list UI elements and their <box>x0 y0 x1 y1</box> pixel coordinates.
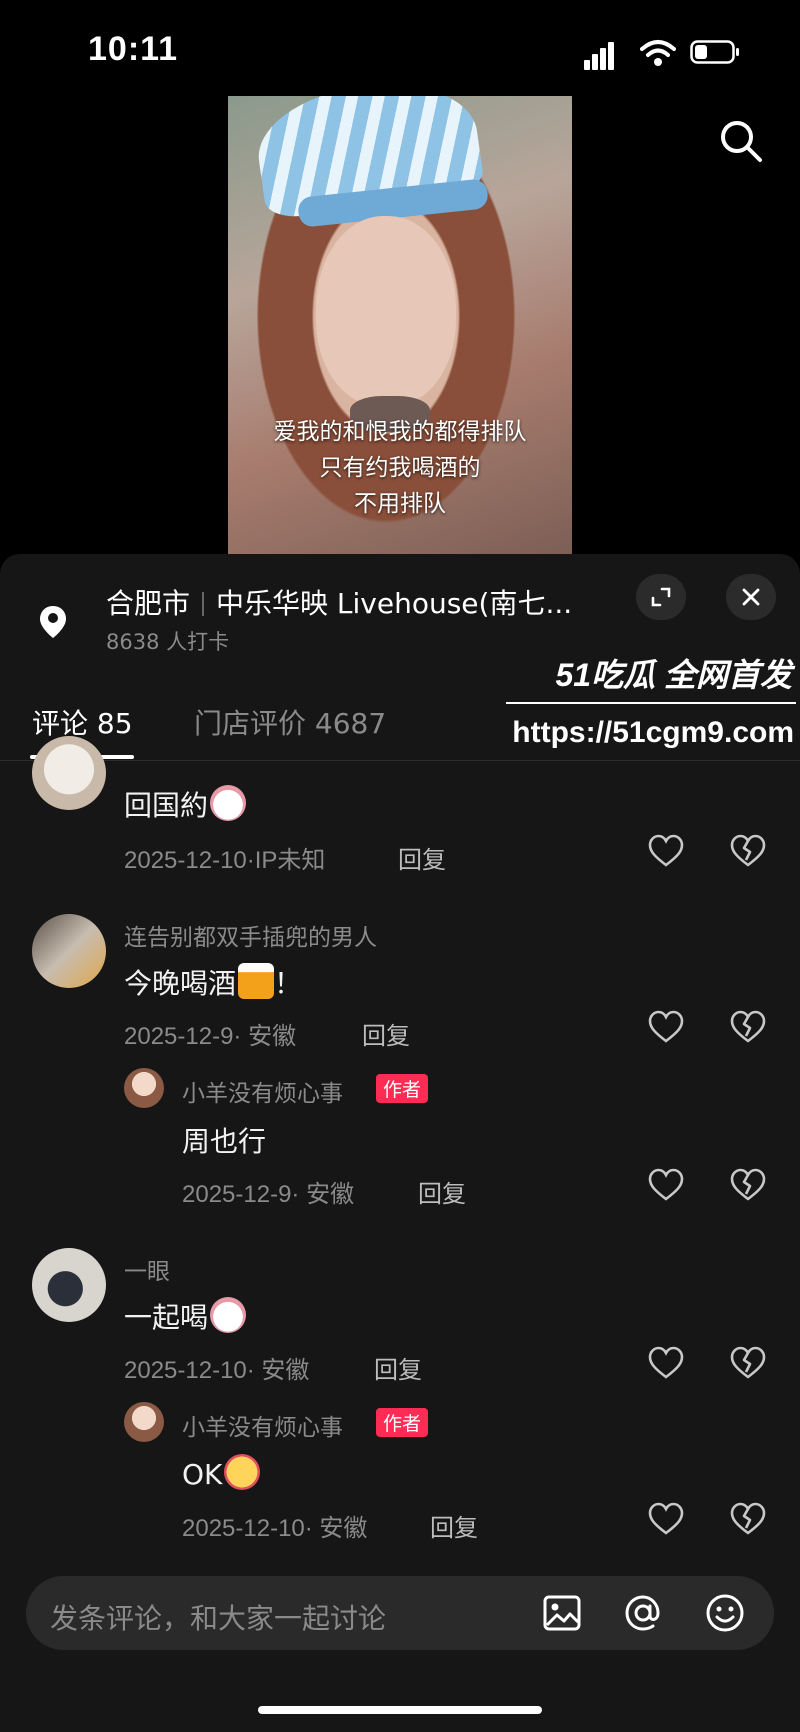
close-icon <box>742 588 760 606</box>
dislike-icon[interactable] <box>730 1168 766 1202</box>
reply-button[interactable]: 回复 <box>430 1508 478 1543</box>
reply-meta: 2025-12-10· 安徽 <box>182 1515 368 1542</box>
watermark-brand: 51吃瓜 全网首发 <box>555 657 793 693</box>
avatar[interactable] <box>32 1248 106 1322</box>
cellular-signal-icon <box>584 40 616 70</box>
reply-text-value: OK <box>182 1458 223 1491</box>
dislike-icon[interactable] <box>730 1346 766 1380</box>
image-icon[interactable] <box>542 1594 582 1632</box>
video-thumbnail[interactable]: 爱我的和恨我的都得排队 只有约我喝酒的 不用排队 <box>228 96 572 554</box>
reply-username[interactable]: 小羊没有烦心事 <box>182 1074 343 1108</box>
avatar[interactable] <box>124 1402 164 1442</box>
beer-mug-emoji <box>238 963 275 999</box>
location-divider <box>202 592 205 616</box>
mention-icon[interactable] <box>622 1592 664 1634</box>
kiss-face-emoji <box>224 1454 261 1490</box>
reply-text: 周也行 <box>182 1125 267 1158</box>
emoji-icon[interactable] <box>704 1592 746 1634</box>
tabs-divider <box>0 760 800 761</box>
comment-meta: 2025-12-10·IP未知 <box>124 847 326 874</box>
expand-button[interactable] <box>636 574 686 620</box>
dislike-icon[interactable] <box>730 1502 766 1536</box>
comment-text-suffix: ！ <box>274 967 303 1000</box>
wifi-icon <box>640 40 676 66</box>
like-icon[interactable] <box>648 1502 684 1536</box>
location-checkins: 8638 人打卡 <box>106 630 230 654</box>
comment-text: 今晚喝酒 ！ <box>124 962 302 1002</box>
watermark-url: https://51cgm9.com <box>512 716 794 749</box>
expand-icon <box>651 587 671 607</box>
comment-text-value: 一起喝 <box>124 1301 209 1334</box>
tab-comments[interactable]: 评论 85 <box>32 702 133 742</box>
avatar[interactable] <box>124 1068 164 1108</box>
dislike-icon[interactable] <box>730 834 766 868</box>
like-icon[interactable] <box>648 1010 684 1044</box>
reply-username[interactable]: 小羊没有烦心事 <box>182 1408 343 1442</box>
avatar[interactable] <box>32 736 106 810</box>
location-venue: 中乐华映 Livehouse(南七... <box>216 587 573 620</box>
author-badge: 作者 <box>376 1408 429 1437</box>
comment-username[interactable]: 一眼 <box>124 1252 170 1286</box>
comment-meta: 2025-12-9· 安徽 <box>124 1023 297 1050</box>
status-time: 10:11 <box>88 30 179 68</box>
comment-text: 回国約 <box>124 784 247 824</box>
comment-text-value: 今晚喝酒 <box>124 967 237 1000</box>
location-title[interactable]: 合肥市 中乐华映 Livehouse(南七... <box>106 582 572 622</box>
comment-input-placeholder[interactable]: 发条评论，和大家一起讨论 <box>50 1597 386 1637</box>
reply-button[interactable]: 回复 <box>362 1016 410 1051</box>
comment-text-value: 回国約 <box>124 789 209 822</box>
comment-text: 一起喝 <box>124 1296 247 1336</box>
home-indicator[interactable] <box>258 1706 542 1714</box>
location-pin-icon <box>40 606 66 638</box>
cat-face-emoji <box>210 785 247 821</box>
video-caption-line-3: 不用排队 <box>354 491 446 517</box>
close-button[interactable] <box>726 574 776 620</box>
comment-meta: 2025-12-10· 安徽 <box>124 1357 310 1384</box>
like-icon[interactable] <box>648 834 684 868</box>
like-icon[interactable] <box>648 1168 684 1202</box>
watermark-line <box>506 702 796 704</box>
video-image-face <box>316 216 456 406</box>
location-city: 合肥市 <box>106 587 191 620</box>
reply-button[interactable]: 回复 <box>398 840 446 875</box>
dislike-icon[interactable] <box>730 1010 766 1044</box>
battery-icon <box>690 40 739 64</box>
comment-username[interactable]: 连告别都双手插兜的男人 <box>124 918 377 952</box>
reply-meta: 2025-12-9· 安徽 <box>182 1181 355 1208</box>
reply-button[interactable]: 回复 <box>374 1350 422 1385</box>
tab-store-reviews[interactable]: 门店评价 4687 <box>194 702 386 742</box>
reply-button[interactable]: 回复 <box>418 1174 466 1209</box>
avatar[interactable] <box>32 914 106 988</box>
search-icon[interactable] <box>718 118 764 164</box>
video-caption-line-1: 爱我的和恨我的都得排队 <box>273 419 527 445</box>
watermark: 51吃瓜 全网首发 https://51cgm9.com <box>500 650 800 760</box>
cat-face-emoji <box>210 1297 247 1333</box>
like-icon[interactable] <box>648 1346 684 1380</box>
video-caption-line-2: 只有约我喝酒的 <box>319 455 481 481</box>
author-badge: 作者 <box>376 1074 429 1103</box>
reply-text: OK <box>182 1454 261 1491</box>
